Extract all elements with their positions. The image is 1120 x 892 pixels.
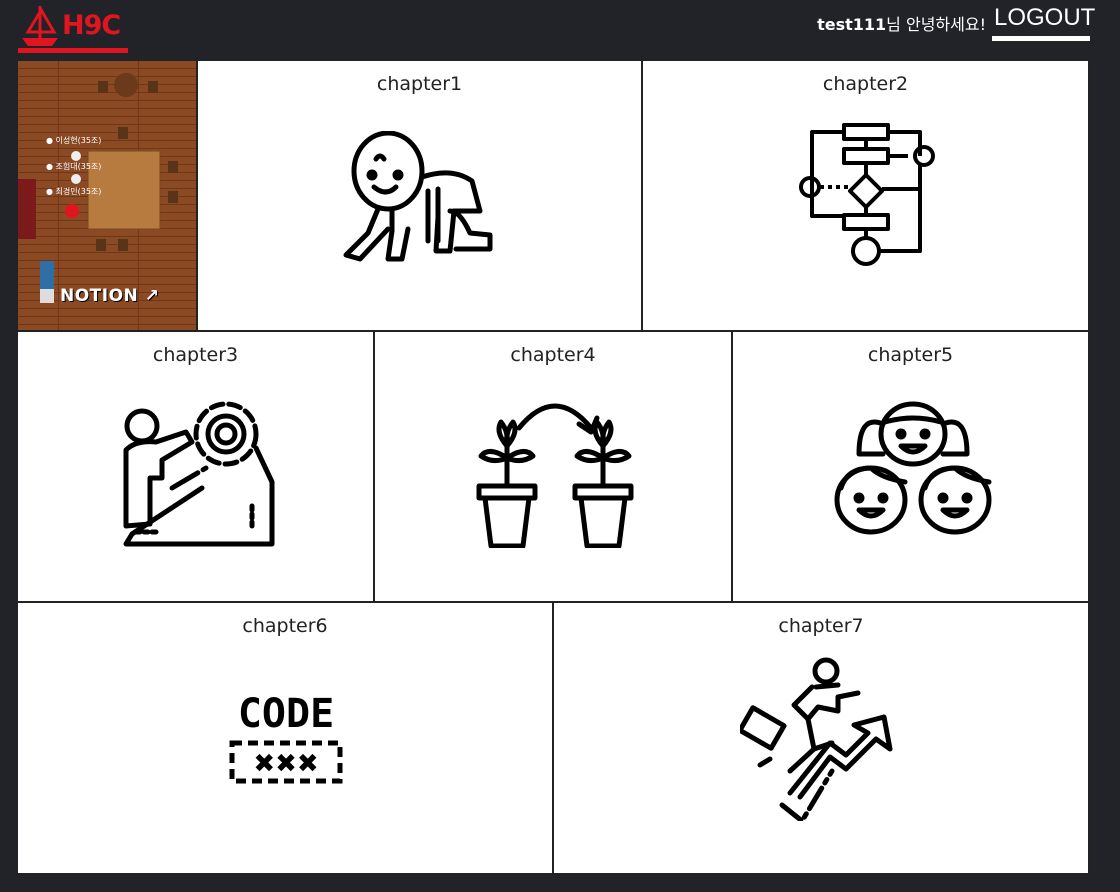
greeting: test111님 안녕하세요! [817,11,986,35]
plant-transfer-icon [476,403,634,548]
player-label-2: ● 조험대(35조) [46,162,101,171]
chapter-title: chapter3 [152,344,239,366]
map-preview[interactable]: ● 이성현(35조) ● 조험대(35조) ● 최경민(35조) NOTION … [18,61,198,332]
external-link-icon: ↗ [138,286,160,306]
chapter-card-2[interactable]: chapter2 [643,61,1090,332]
chapter-card-7[interactable]: chapter7 [554,603,1090,875]
chapter-card-6[interactable]: chapter6 CODE ✖✖✖ [18,603,554,875]
kids-faces-icon [834,401,992,535]
player-label-1: ● 이성현(35조) [46,135,101,145]
brand-underline [18,48,128,53]
chapter-title: chapter4 [510,344,596,366]
person-gear-climb-icon [123,401,275,547]
username: test111 [817,15,887,34]
chapter-title: chapter1 [376,73,463,95]
logout-button[interactable]: LOGOUT [992,4,1095,41]
chapter-card-4[interactable]: chapter4 [375,332,733,603]
chapter-title: chapter6 [242,615,328,637]
code-icon-text: CODE [238,691,334,737]
brand-name: H9C [62,10,121,41]
notion-label: NOTION [60,286,139,306]
crawling-baby-icon [343,131,493,262]
greeting-suffix: 님 안녕하세요! [886,15,986,34]
businessman-growth-icon [740,657,893,821]
notion-link[interactable]: NOTION ↗ [60,286,159,306]
chapter-title: chapter2 [822,73,909,95]
user-area: test111님 안녕하세요! LOGOUT [817,4,1095,46]
chapter-card-5[interactable]: chapter5 [733,332,1090,603]
flowchart-icon [799,123,935,266]
chapter-title: chapter5 [867,344,954,366]
player-label-3: ● 최경민(35조) [46,186,101,196]
code-icon: CODE ✖✖✖ [229,691,343,784]
chapter-card-1[interactable]: chapter1 [198,61,643,332]
brand-logo[interactable]: H9C [18,2,128,54]
chapter-grid: ● 이성현(35조) ● 조험대(35조) ● 최경민(35조) NOTION … [18,61,1090,875]
code-icon-crosses: ✖✖✖ [253,749,318,779]
sailboat-icon [22,6,58,46]
chapter-title: chapter7 [778,615,864,637]
chapter-card-3[interactable]: chapter3 [18,332,375,603]
